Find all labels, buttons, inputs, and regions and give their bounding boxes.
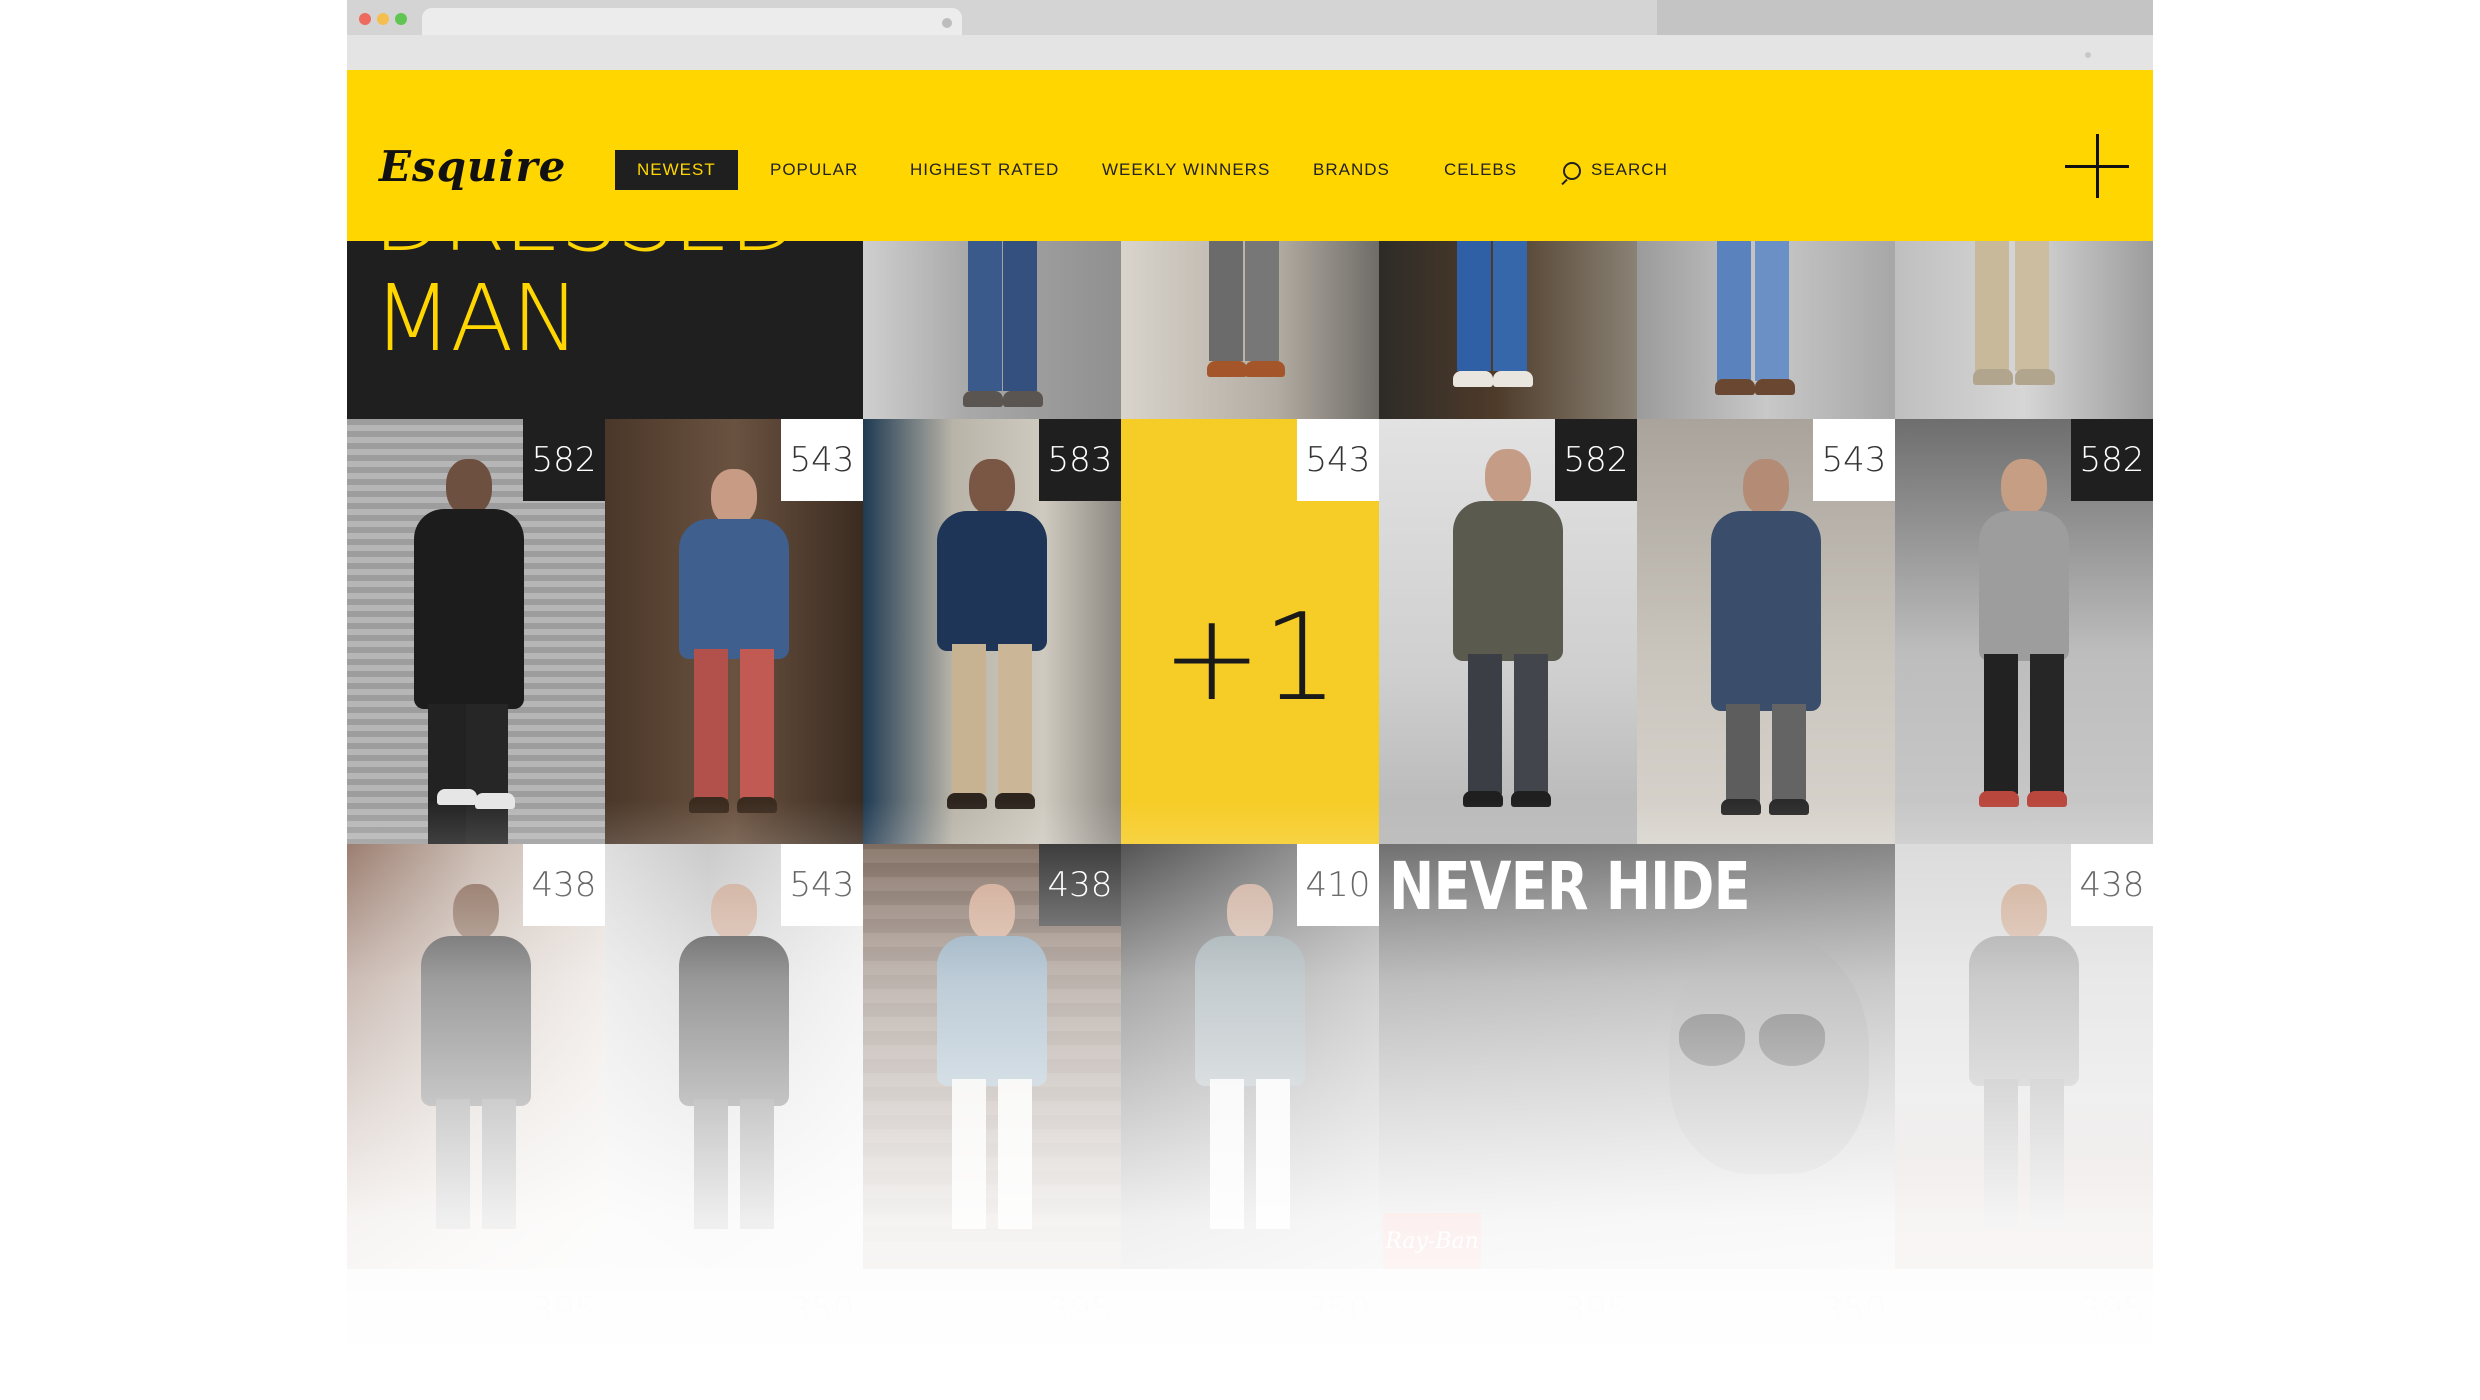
nav-weekly-winners[interactable]: WEEKLY WINNERS [1102,150,1270,190]
minimize-window-button[interactable] [377,13,389,25]
vote-count: 438 [523,844,605,926]
vote-count: 543 [1813,419,1895,501]
vote-count: 395 [531,1290,597,1330]
outfit-photo [863,241,1121,419]
outfit-tile[interactable] [1895,241,2153,419]
outfit-tile[interactable]: 438 [1895,844,2153,1269]
outfit-tile[interactable]: 582 [347,419,605,844]
plus-icon[interactable] [2065,134,2129,198]
vote-count: 583 [1039,419,1121,501]
outfit-photo [1895,241,2153,419]
vote-count: 410 [1297,844,1379,926]
outfit-photo [1121,241,1379,419]
esquire-logo[interactable]: Esquire [379,142,566,191]
nav-popular[interactable]: POPULAR [770,150,858,190]
vote-count: 438 [1039,844,1121,926]
vote-count: 543 [1297,419,1379,501]
outfit-tile[interactable]: 583 [863,419,1121,844]
site-header: Esquire NEWEST POPULAR HIGHEST RATED WEE… [347,70,2153,241]
nav-newest[interactable]: NEWEST [615,150,738,190]
outfit-tile[interactable] [1637,241,1895,419]
outfit-tile[interactable]: 582 [1379,419,1637,844]
outfit-tile[interactable] [1379,241,1637,419]
plus-one-vote-tile[interactable]: +1 543 [1121,419,1379,844]
hero-title-line-1: DRESSED [373,241,800,265]
hero-title-line-2: MAN [373,265,580,372]
vote-count: 543 [781,844,863,926]
outfit-tile[interactable]: 438 [863,844,1121,1269]
outfit-row-faded: 395 350 395 350 395 350 395 [347,1269,2153,1400]
vote-count: 395 [1563,1290,1629,1330]
aviator-sunglasses [1679,1014,1829,1070]
vote-count: 438 [2071,844,2153,926]
outfit-tile[interactable] [1121,241,1379,419]
outfit-tile[interactable]: 438 [347,844,605,1269]
outfit-photo [1637,241,1895,419]
nav-search[interactable]: SEARCH [1591,150,1668,190]
vote-count: 582 [523,419,605,501]
browser-tab[interactable] [422,8,962,35]
hero-title-tile: DRESSED MAN [347,241,863,419]
vote-count: 350 [1305,1290,1371,1330]
ad-tile[interactable]: NEVER HIDE Ray-Ban [1379,844,1895,1269]
rayban-logo: Ray-Ban [1383,1213,1481,1269]
tab-strip [347,0,2153,35]
toolbar-indicator-icon [2085,52,2091,58]
close-window-button[interactable] [359,13,371,25]
outfit-photo [1379,241,1637,419]
plus-one-label[interactable]: +1 [1121,589,1379,728]
outfit-tile[interactable]: 582 [1895,419,2153,844]
search-icon[interactable] [1563,162,1581,180]
outfit-tile[interactable]: 410 [1121,844,1379,1269]
vote-count: 350 [1821,1290,1887,1330]
browser-window: Esquire NEWEST POPULAR HIGHEST RATED WEE… [347,0,2153,1400]
tab-close-icon[interactable] [942,18,952,28]
tab-strip-empty-area [1657,0,2153,35]
outfit-tile[interactable]: 543 [1637,419,1895,844]
ad-headline: NEVER HIDE [1389,848,1751,925]
nav-celebs[interactable]: CELEBS [1444,150,1517,190]
outfit-tile[interactable]: 543 [605,844,863,1269]
outfit-tile[interactable] [863,241,1121,419]
maximize-window-button[interactable] [395,13,407,25]
vote-count: 350 [789,1290,855,1330]
vote-count: 582 [1555,419,1637,501]
vote-count: 582 [2071,419,2153,501]
vote-count: 395 [1047,1290,1113,1330]
nav-brands[interactable]: BRANDS [1313,150,1390,190]
vote-count: 395 [2079,1290,2145,1330]
outfit-grid: DRESSED MAN [347,241,2153,1400]
vote-count: 543 [781,419,863,501]
nav-highest-rated[interactable]: HIGHEST RATED [910,150,1059,190]
browser-chrome [347,0,2153,70]
outfit-tile[interactable]: 543 [605,419,863,844]
